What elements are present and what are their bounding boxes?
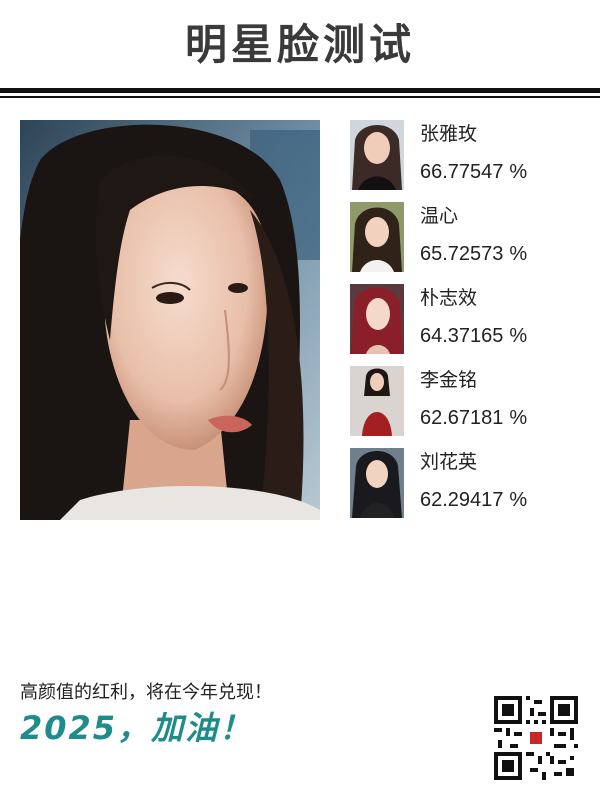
celebrity-name: 李金铭 xyxy=(420,369,478,391)
celebrity-thumbnail xyxy=(350,120,404,190)
celebrity-name: 温心 xyxy=(420,205,459,227)
result-item[interactable]: 朴志效 64.37165% xyxy=(350,284,580,366)
score-value: 64.37165 xyxy=(420,325,504,347)
header-divider-thin xyxy=(0,96,600,98)
score-unit: % xyxy=(509,325,528,347)
result-item[interactable]: 张雅玫 66.77547% xyxy=(350,120,580,202)
celebrity-name: 朴志效 xyxy=(420,287,478,309)
result-item[interactable]: 刘花英 62.29417% xyxy=(350,448,580,530)
celebrity-name: 张雅玫 xyxy=(420,123,478,145)
match-results-list: 张雅玫 66.77547% 温心 65.72573% 朴志效 64.37165% xyxy=(350,120,580,530)
score-value: 62.67181 xyxy=(420,407,504,429)
celebrity-name: 刘花英 xyxy=(420,451,478,473)
match-score: 66.77547% xyxy=(420,160,527,184)
celebrity-thumbnail xyxy=(350,448,404,518)
score-unit: % xyxy=(509,407,528,429)
motto-text: 2025，加油！ xyxy=(20,709,254,747)
qr-code-icon[interactable] xyxy=(494,696,578,780)
score-value: 62.29417 xyxy=(420,489,504,511)
header-divider-thick xyxy=(0,88,600,93)
score-value: 65.72573 xyxy=(420,243,504,265)
result-item[interactable]: 温心 65.72573% xyxy=(350,202,580,284)
score-unit: % xyxy=(509,489,528,511)
score-unit: % xyxy=(509,161,528,183)
match-score: 62.67181% xyxy=(420,406,527,430)
match-score: 62.29417% xyxy=(420,488,527,512)
result-item[interactable]: 李金铭 62.67181% xyxy=(350,366,580,448)
celebrity-thumbnail xyxy=(350,366,404,436)
celebrity-thumbnail xyxy=(350,202,404,272)
score-unit: % xyxy=(509,243,528,265)
celebrity-thumbnail xyxy=(350,284,404,354)
score-value: 66.77547 xyxy=(420,161,504,183)
slogan-text: 高颜值的红利，将在今年兑现！ xyxy=(20,682,272,703)
page-title: 明星脸测试 xyxy=(184,20,415,69)
main-portrait-photo xyxy=(20,120,320,520)
match-score: 65.72573% xyxy=(420,242,527,266)
match-score: 64.37165% xyxy=(420,324,527,348)
